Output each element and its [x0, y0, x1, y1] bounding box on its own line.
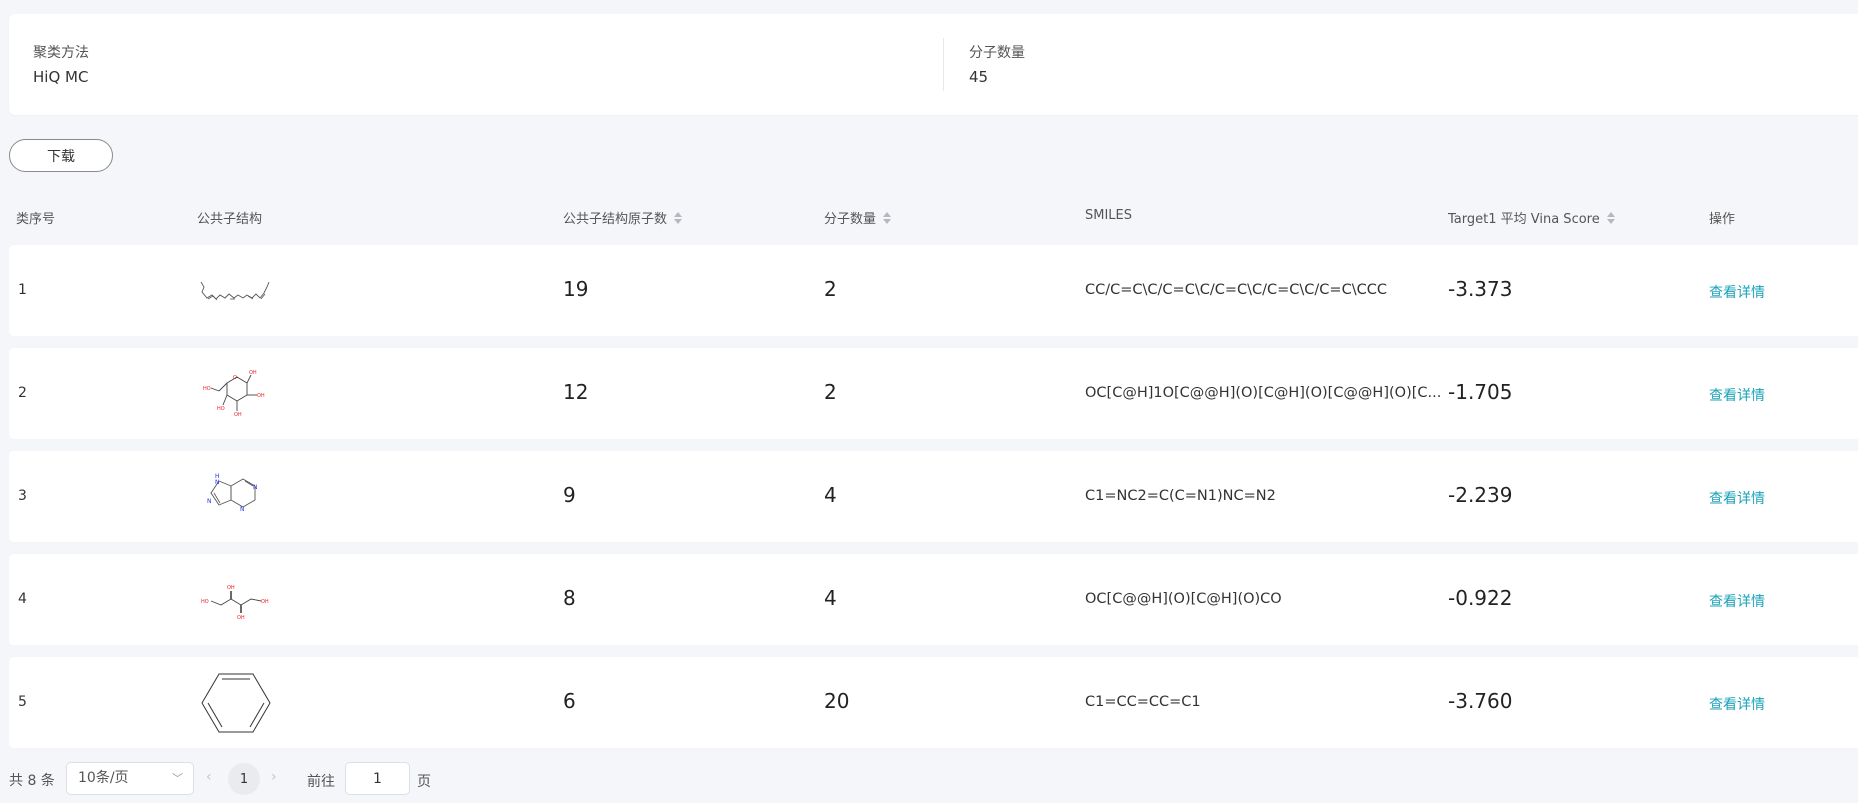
row-atoms: 8 [563, 586, 576, 610]
header-count[interactable]: 分子数量 [824, 208, 892, 227]
header-index-label: 类序号 [16, 212, 56, 227]
summary-card: 聚类方法 HiQ MC 分子数量 45 [9, 14, 1858, 115]
chevron-down-icon: ﹀ [172, 772, 183, 785]
row-score: -1.705 [1448, 380, 1513, 404]
row-index: 5 [18, 694, 27, 710]
row-smiles: C1=CC=CC=C1 [1085, 694, 1201, 710]
header-count-label: 分子数量 [824, 212, 877, 227]
download-button[interactable]: 下载 [9, 139, 113, 172]
row-score: -0.922 [1448, 586, 1513, 610]
method-value: HiQ MC [33, 68, 89, 86]
row-score: -3.760 [1448, 689, 1513, 713]
row-atoms: 19 [563, 277, 589, 301]
row-score: -3.373 [1448, 277, 1513, 301]
header-smiles-label: SMILES [1085, 208, 1133, 223]
svg-text:N: N [253, 484, 258, 491]
svg-text:HO: HO [201, 599, 209, 605]
count-label: 分子数量 [969, 45, 1025, 61]
row-smiles: OC[C@H]1O[C@@H](O)[C@H](O)[C@@H](O)[C... [1085, 385, 1442, 401]
chevron-left-icon[interactable]: ‹ [206, 769, 212, 785]
svg-text:HO: HO [217, 406, 225, 412]
row-smiles: C1=NC2=C(C=N1)NC=N2 [1085, 488, 1276, 504]
goto-unit: 页 [417, 774, 431, 790]
svg-text:OH: OH [227, 585, 235, 591]
row-score: -2.239 [1448, 483, 1513, 507]
row-index: 4 [18, 591, 27, 607]
sort-icon[interactable] [883, 211, 892, 224]
table-header: 类序号 公共子结构 公共子结构原子数 分子数量 SMILES Target1 平… [9, 200, 1858, 230]
page-size-value: 10条/页 [78, 770, 129, 786]
header-structure-label: 公共子结构 [197, 212, 263, 227]
svg-text:OH: OH [257, 393, 265, 399]
svg-text:HO: HO [203, 386, 211, 392]
table-row: 2 O HO OH OH OH HO 12 2 OC[C@H]1O[C@@H](… [9, 348, 1858, 439]
table-row: 1 19 2 CC/C=C\C/C=C\C/C=C\C/C=C\C/C=C\CC… [9, 245, 1858, 336]
header-atoms[interactable]: 公共子结构原子数 [563, 208, 683, 227]
view-details-link[interactable]: 查看详情 [1709, 591, 1765, 611]
row-count: 2 [824, 277, 837, 301]
header-action: 操作 [1709, 208, 1735, 227]
pagination: 共 8 条 10条/页 ﹀ ‹ 1 › 前往 页 [9, 762, 609, 796]
row-smiles: CC/C=C\C/C=C\C/C=C\C/C=C\C/C=C\CCC [1085, 282, 1387, 298]
method-label: 聚类方法 [33, 45, 89, 61]
svg-text:N: N [215, 479, 220, 486]
view-details-link[interactable]: 查看详情 [1709, 488, 1765, 508]
header-structure: 公共子结构 [197, 208, 262, 227]
view-details-link[interactable]: 查看详情 [1709, 385, 1765, 405]
sort-icon[interactable] [674, 211, 683, 224]
header-smiles: SMILES [1085, 208, 1132, 223]
header-action-label: 操作 [1709, 212, 1736, 227]
header-score-label: Target1 平均 Vina Score [1448, 212, 1600, 227]
sort-icon[interactable] [1606, 211, 1615, 224]
goto-page-input[interactable] [345, 762, 410, 795]
row-count: 4 [824, 586, 837, 610]
svg-text:OH: OH [261, 599, 269, 605]
count-value: 45 [969, 68, 989, 86]
header-index: 类序号 [16, 208, 55, 227]
row-atoms: 12 [563, 380, 589, 404]
svg-text:O: O [233, 375, 237, 381]
summary-divider [943, 38, 944, 91]
goto-label: 前往 [307, 774, 335, 790]
table-row: 5 6 20 C1=CC=CC=C1 -3.760 查看详情 [9, 657, 1858, 748]
table-row: 4 HO OH OH OH 8 4 OC[C@@H](O)[C@H](O)CO … [9, 554, 1858, 645]
row-atoms: 9 [563, 483, 576, 507]
polyene-chain-structure-icon [200, 281, 270, 301]
pagination-total: 共 8 条 [9, 773, 55, 789]
erythritol-structure-icon: HO OH OH OH [201, 585, 269, 621]
chevron-right-icon[interactable]: › [271, 769, 277, 785]
cluster-detail-page: 聚类方法 HiQ MC 分子数量 45 下载 类序号 公共子结构 公共子结构原子… [0, 0, 1858, 803]
row-atoms: 6 [563, 689, 576, 713]
header-atoms-label: 公共子结构原子数 [563, 212, 668, 227]
table-row: 3 N N N H N 9 4 C1=NC2=C(C=N1)NC=N2 -2.2… [9, 451, 1858, 542]
purine-structure-icon: N N N H N [207, 473, 258, 513]
svg-text:N: N [207, 498, 212, 505]
row-count: 20 [824, 689, 850, 713]
svg-text:OH: OH [249, 370, 257, 376]
row-index: 2 [18, 385, 27, 401]
header-score[interactable]: Target1 平均 Vina Score [1448, 208, 1615, 227]
row-index: 3 [18, 488, 27, 504]
svg-text:OH: OH [234, 412, 242, 418]
svg-text:OH: OH [237, 615, 245, 621]
benzene-ring-structure-icon [201, 673, 271, 733]
pyranose-ring-structure-icon: O HO OH OH OH HO [203, 370, 265, 418]
page-size-select[interactable]: 10条/页 ﹀ [66, 762, 194, 795]
view-details-link[interactable]: 查看详情 [1709, 694, 1765, 714]
svg-text:N: N [240, 506, 245, 513]
row-count: 4 [824, 483, 837, 507]
row-smiles: OC[C@@H](O)[C@H](O)CO [1085, 591, 1282, 607]
view-details-link[interactable]: 查看详情 [1709, 282, 1765, 302]
row-count: 2 [824, 380, 837, 404]
page-number-current[interactable]: 1 [228, 763, 260, 795]
row-index: 1 [18, 282, 27, 298]
